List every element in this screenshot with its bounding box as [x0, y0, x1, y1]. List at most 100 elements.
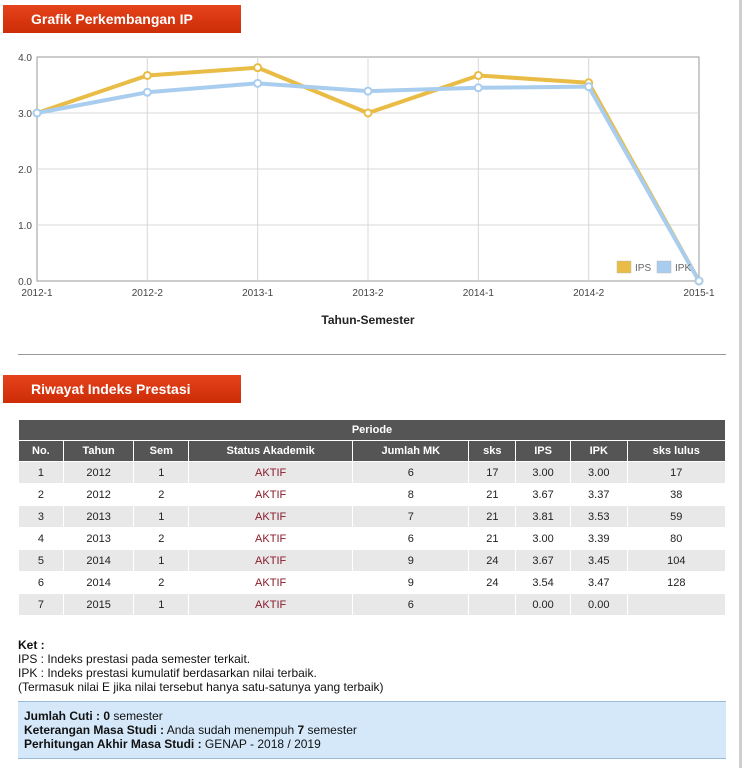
keterangan-suffix: semester [307, 723, 357, 737]
table-cell: 21 [469, 528, 516, 549]
table-cell: 3.45 [570, 550, 627, 571]
table-row: 7 2015 1 AKTIF 6 0.00 0.00 [19, 594, 725, 615]
x-tick-label: 2014-1 [463, 288, 495, 299]
table-cell [469, 594, 516, 615]
study-info-box: Jumlah Cuti : 0 semester Keterangan Masa… [18, 701, 726, 759]
note-nilai-e: (Termasuk nilai E jika nilai tersebut ha… [18, 680, 384, 694]
column-header: No. [19, 441, 63, 461]
cuti-label: Jumlah Cuti : [24, 709, 101, 723]
y-tick-label: 3.0 [18, 109, 32, 120]
table-cell: 3 [19, 506, 63, 527]
cuti-line: Jumlah Cuti : 0 semester [24, 709, 720, 723]
data-point-ips [473, 70, 483, 80]
legend-swatch-ipk [656, 260, 672, 274]
table-cell: 6 [353, 462, 469, 483]
table-cell: 3.39 [570, 528, 627, 549]
cuti-suffix: semester [113, 709, 163, 723]
y-tick-label: 0.0 [18, 277, 32, 288]
table-cell: 3.47 [570, 572, 627, 593]
data-point-ipk [584, 82, 594, 92]
x-tick-label: 2013-1 [242, 288, 274, 299]
table-cell: 24 [469, 572, 516, 593]
data-point-ipk [363, 86, 373, 96]
table-cell: 3.67 [516, 484, 570, 505]
notes-title: Ket : [18, 638, 45, 652]
akhir-line: Perhitungan Akhir Masa Studi : GENAP - 2… [24, 737, 720, 751]
ip-line-chart: 0.0 1.0 2.0 3.0 4.0 2012-1 2012-2 2013-1 2013-2 2… [18, 53, 715, 327]
table-header-row: No. Tahun Sem Status Akademik Jumlah MK sks IP… [19, 441, 725, 461]
x-tick-label: 2012-1 [21, 288, 53, 299]
table-cell: 21 [469, 484, 516, 505]
status-cell: AKTIF [189, 594, 353, 615]
keterangan-label: Keterangan Masa Studi : [24, 723, 165, 737]
column-header: Status Akademik [189, 441, 353, 461]
table-cell: 6 [19, 572, 63, 593]
table-cell: 6 [353, 594, 469, 615]
column-header: IPS [516, 441, 570, 461]
table-row: 4 2013 2 AKTIF 6 21 3.00 3.39 80 [19, 528, 725, 549]
y-tick-label: 2.0 [18, 165, 32, 176]
legend-label-ips: IPS [635, 263, 651, 274]
column-header: sks [469, 441, 516, 461]
table-cell: 2 [134, 484, 189, 505]
table-cell: 2013 [63, 506, 134, 527]
x-tick-label: 2015-1 [683, 288, 715, 299]
x-tick-label: 2014-2 [573, 288, 605, 299]
table-cell: 9 [353, 550, 469, 571]
keterangan-line: Keterangan Masa Studi : Anda sudah menem… [24, 723, 720, 737]
table-cell: 17 [469, 462, 516, 483]
table-cell: 2012 [63, 484, 134, 505]
status-cell: AKTIF [189, 484, 353, 505]
table-cell: 2014 [63, 572, 134, 593]
table-cell: 59 [627, 506, 725, 527]
table-cell: 2013 [63, 528, 134, 549]
notes: Ket : IPS : Indeks prestasi pada semeste… [18, 638, 384, 694]
table-cell: 7 [353, 506, 469, 527]
data-point-ipk [694, 276, 704, 286]
table-cell: 8 [353, 484, 469, 505]
table-cell: 1 [19, 462, 63, 483]
data-point-ipk [142, 87, 152, 97]
table-cell: 38 [627, 484, 725, 505]
table-cell: 80 [627, 528, 725, 549]
status-cell: AKTIF [189, 528, 353, 549]
table-cell: 2014 [63, 550, 134, 571]
table-cell: 24 [469, 550, 516, 571]
data-point-ipk [32, 108, 42, 118]
table-cell: 0.00 [516, 594, 570, 615]
y-tick-label: 1.0 [18, 221, 32, 232]
table-cell: 3.54 [516, 572, 570, 593]
section-divider [18, 354, 726, 355]
table-cell: 4 [19, 528, 63, 549]
table-cell: 3.00 [570, 462, 627, 483]
table-cell: 128 [627, 572, 725, 593]
table-row: 5 2014 1 AKTIF 9 24 3.67 3.45 104 [19, 550, 725, 571]
table-cell: 3.67 [516, 550, 570, 571]
column-header: Sem [134, 441, 189, 461]
history-section-header: Riwayat Indeks Prestasi [3, 375, 241, 403]
status-cell: AKTIF [189, 550, 353, 571]
table-cell: 0.00 [570, 594, 627, 615]
table-cell: 2012 [63, 462, 134, 483]
table-cell: 1 [134, 506, 189, 527]
table-row: 3 2013 1 AKTIF 7 21 3.81 3.53 59 [19, 506, 725, 527]
x-tick-label: 2013-2 [352, 288, 384, 299]
table-cell: 2015 [63, 594, 134, 615]
akhir-value: GENAP - 2018 / 2019 [204, 737, 321, 751]
table-cell: 3.53 [570, 506, 627, 527]
table-cell: 6 [353, 528, 469, 549]
data-point-ips [253, 63, 263, 73]
legend-swatch-ips [616, 260, 632, 274]
status-cell: AKTIF [189, 506, 353, 527]
table-row: 2 2012 2 AKTIF 8 21 3.67 3.37 38 [19, 484, 725, 505]
x-axis-title: Tahun-Semester [321, 313, 414, 327]
status-cell: AKTIF [189, 462, 353, 483]
data-point-ips [363, 108, 373, 118]
x-tick-label: 2012-2 [132, 288, 164, 299]
table-cell: 1 [134, 462, 189, 483]
table-cell: 7 [19, 594, 63, 615]
table-cell: 9 [353, 572, 469, 593]
ip-history-table: Periode No. Tahun Sem Status Akademik Jumlah… [18, 419, 726, 616]
column-header: IPK [570, 441, 627, 461]
table-cell: 17 [627, 462, 725, 483]
